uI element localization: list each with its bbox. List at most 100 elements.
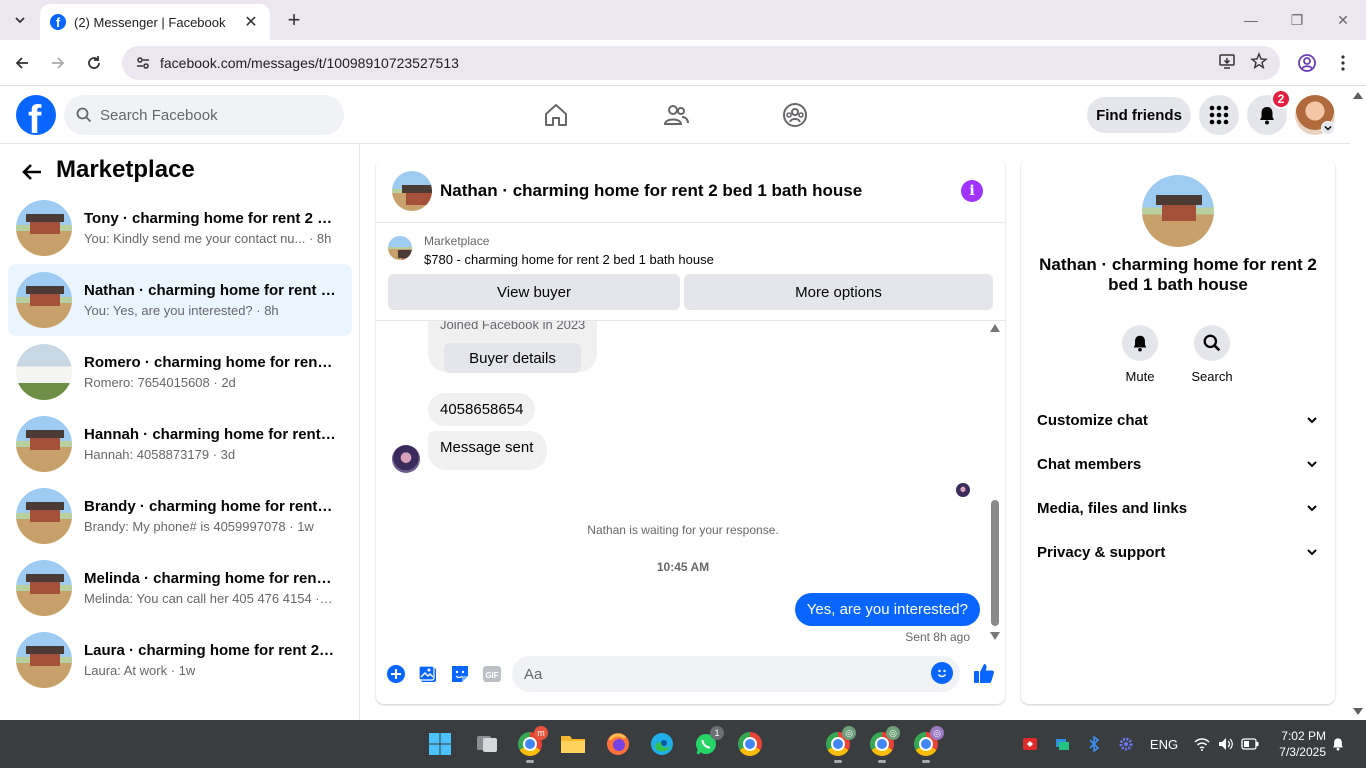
browser-menu-icon[interactable]: [1330, 50, 1356, 76]
chrome-profile-icon-2[interactable]: ◎: [868, 726, 900, 763]
listing-price-title[interactable]: $780 - charming home for rent 2 bed 1 ba…: [424, 252, 714, 267]
tab-search-dropdown[interactable]: [8, 8, 32, 32]
friends-nav-icon[interactable]: [661, 100, 691, 130]
account-chevron-icon[interactable]: [1321, 121, 1335, 135]
task-view-icon[interactable]: [473, 730, 501, 758]
sticker-icon[interactable]: [448, 662, 472, 686]
info-icon[interactable]: i: [961, 179, 983, 202]
message-bubble[interactable]: Message sent: [428, 431, 548, 470]
chat-title[interactable]: Nathan · charming home for rent 2 bed 1 …: [440, 181, 961, 201]
search-box[interactable]: [64, 95, 344, 135]
volume-icon[interactable]: [1216, 734, 1236, 754]
scroll-down-arrow-icon[interactable]: [990, 632, 1000, 640]
view-buyer-button[interactable]: View buyer: [388, 274, 680, 310]
conversation-item[interactable]: Melinda · charming home for rent 2 bed 1…: [8, 552, 352, 624]
chevron-down-icon: [1307, 417, 1317, 424]
conversation-item[interactable]: Hannah · charming home for rent 2 bed 1 …: [8, 408, 352, 480]
photo-icon[interactable]: [416, 662, 440, 686]
conversation-item[interactable]: Nathan · charming home for rent 2 bed 1 …: [8, 264, 352, 336]
emoji-icon[interactable]: [931, 662, 953, 684]
scroll-down-arrow-icon[interactable]: [1353, 708, 1363, 715]
more-options-button[interactable]: More options: [684, 274, 993, 310]
edge-icon[interactable]: [648, 730, 676, 758]
anydesk-tray-icon[interactable]: [1020, 734, 1040, 754]
gif-icon[interactable]: GIF: [480, 662, 504, 686]
system-clock[interactable]: 7:02 PM 7/3/2025: [1270, 728, 1326, 760]
info-section-item[interactable]: Customize chat: [1037, 408, 1319, 432]
wifi-icon[interactable]: [1192, 734, 1212, 754]
page-scrollbar[interactable]: [1350, 86, 1366, 720]
menu-grid-button[interactable]: [1199, 95, 1239, 135]
notification-badge: 2: [1271, 89, 1291, 109]
browser-tab[interactable]: f (2) Messenger | Facebook ✕: [40, 4, 270, 40]
conversation-item[interactable]: Romero · charming home for rent 2 bed 1 …: [8, 336, 352, 408]
info-section-item[interactable]: Chat members: [1037, 452, 1319, 476]
battery-icon[interactable]: [1240, 734, 1260, 754]
outgoing-message-bubble[interactable]: Yes, are you interested?: [794, 593, 980, 626]
forward-button[interactable]: [45, 50, 71, 76]
windows-start-icon[interactable]: [426, 730, 454, 758]
conversation-item[interactable]: Tony · charming home for rent 2 bed 1 ba…: [8, 192, 352, 264]
url-text[interactable]: facebook.com/messages/t/1009891072352751…: [160, 55, 1218, 71]
plus-circle-icon[interactable]: [384, 662, 408, 686]
search-action[interactable]: Search: [1182, 325, 1242, 384]
back-button[interactable]: [9, 50, 35, 76]
network-drive-tray-icon[interactable]: [1052, 734, 1072, 754]
conversation-name: Nathan · charming home for rent 2 bed 1 …: [84, 282, 336, 299]
scroll-thumb[interactable]: [991, 500, 999, 626]
find-friends-button[interactable]: Find friends: [1087, 97, 1191, 133]
chat-avatar[interactable]: [392, 170, 432, 211]
chrome-profile-icon-3[interactable]: ◎: [912, 726, 944, 763]
conversation-item[interactable]: Brandy · charming home for rent 2 bed 1 …: [8, 480, 352, 552]
new-tab-button[interactable]: +: [282, 7, 306, 32]
info-avatar[interactable]: [1142, 175, 1214, 247]
conversation-snippet: You: Yes, are you interested? · 8h: [84, 303, 279, 318]
sidebar-title: Marketplace: [56, 156, 195, 183]
conversation-thumbnail: [16, 488, 72, 544]
info-section-item[interactable]: Privacy & support: [1037, 540, 1319, 564]
settings-gear-tray-icon[interactable]: [1116, 734, 1136, 754]
clock-time: 7:02 PM: [1281, 729, 1326, 743]
site-info-icon[interactable]: [134, 54, 152, 72]
message-bubble[interactable]: 4058658654: [428, 393, 536, 426]
sender-avatar[interactable]: [392, 445, 420, 473]
tab-close-icon[interactable]: ✕: [242, 12, 260, 32]
notification-bell-tray-icon[interactable]: [1328, 734, 1348, 754]
install-app-icon[interactable]: [1218, 52, 1236, 75]
conversation-item[interactable]: Laura · charming home for rent 2 bed 1 b…: [8, 624, 352, 696]
maximize-button[interactable]: ❐: [1282, 8, 1312, 32]
message-input[interactable]: [512, 656, 960, 692]
bluetooth-icon[interactable]: [1084, 734, 1104, 754]
groups-nav-icon[interactable]: [780, 100, 810, 130]
bookmark-star-icon[interactable]: [1250, 51, 1268, 75]
scroll-up-arrow-icon[interactable]: [990, 324, 1000, 332]
language-indicator[interactable]: ENG: [1150, 734, 1178, 754]
chrome-taskbar-icon-2[interactable]: [736, 730, 764, 758]
scroll-up-arrow-icon[interactable]: [1353, 92, 1363, 99]
whatsapp-icon[interactable]: 1: [692, 726, 724, 758]
thumbs-up-icon[interactable]: [971, 660, 997, 686]
reload-button[interactable]: [81, 50, 107, 76]
mute-action[interactable]: Mute: [1110, 325, 1170, 384]
back-arrow-icon[interactable]: [20, 160, 44, 184]
chrome-profile-icon-1[interactable]: ◎: [824, 726, 856, 763]
home-nav-icon[interactable]: [541, 100, 571, 130]
chat-scrollbar[interactable]: [990, 324, 1000, 642]
search-input[interactable]: [100, 106, 320, 124]
conversation-snippet: Melinda: You can call her 405 476 4154 ·…: [84, 591, 336, 606]
facebook-logo-icon[interactable]: f: [16, 95, 56, 135]
firefox-icon[interactable]: [604, 730, 632, 758]
profile-icon[interactable]: [1294, 50, 1320, 76]
buyer-details-button[interactable]: Buyer details: [444, 343, 581, 373]
close-window-button[interactable]: ✕: [1328, 8, 1358, 32]
chrome-taskbar-icon[interactable]: m: [516, 726, 548, 763]
address-bar[interactable]: facebook.com/messages/t/1009891072352751…: [122, 46, 1280, 80]
search-icon[interactable]: [1194, 325, 1230, 361]
listing-thumbnail: [388, 236, 412, 260]
info-section-label: Customize chat: [1037, 411, 1148, 429]
info-section-item[interactable]: Media, files and links: [1037, 496, 1319, 520]
file-explorer-icon[interactable]: [559, 730, 587, 758]
minimize-button[interactable]: —: [1236, 8, 1266, 32]
reload-icon: [88, 56, 100, 69]
bell-icon[interactable]: [1122, 325, 1158, 361]
